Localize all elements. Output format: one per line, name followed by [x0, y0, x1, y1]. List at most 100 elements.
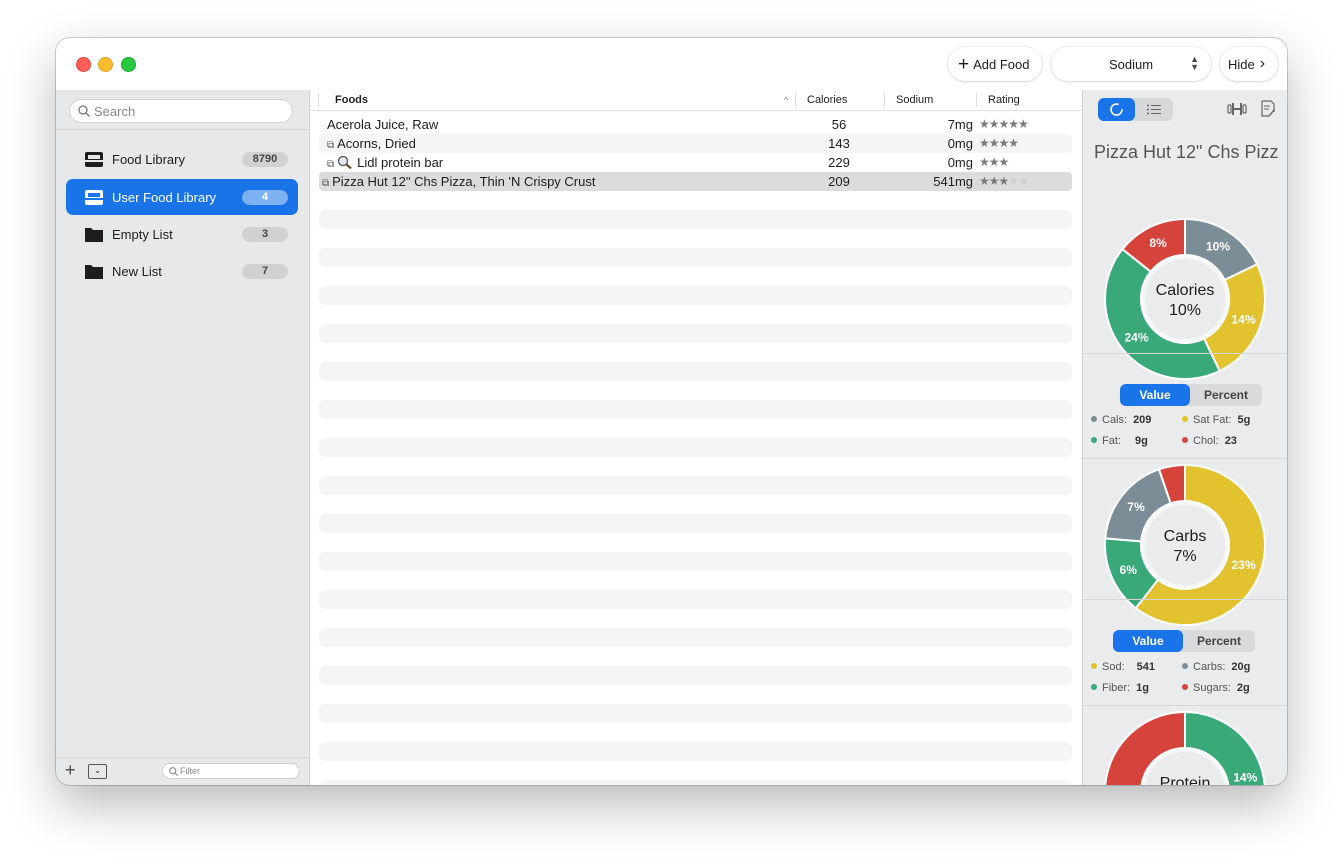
- minimize-window-button[interactable]: [98, 57, 113, 72]
- hide-button[interactable]: Hide ›: [1220, 47, 1278, 81]
- close-window-button[interactable]: [76, 57, 91, 72]
- titlebar: + Add Food Sodium ▲ ▼ Hide ›: [56, 38, 1287, 90]
- empty-row: [319, 400, 1072, 419]
- panel-view-toggle[interactable]: [1098, 98, 1173, 121]
- stat-value: 2g: [1236, 682, 1250, 694]
- search-field[interactable]: Search: [69, 99, 293, 123]
- slice-percent-label: 23%: [1232, 558, 1256, 572]
- empty-row: [319, 476, 1072, 495]
- add-food-button[interactable]: + Add Food: [948, 47, 1042, 81]
- calories-cell: 229: [828, 155, 850, 170]
- empty-row: [319, 438, 1072, 457]
- donut-center-value: 10%: [1169, 302, 1201, 319]
- stat-label: Carbs:: [1193, 661, 1226, 673]
- legend-dot: [1182, 416, 1188, 422]
- empty-row: [319, 514, 1072, 533]
- calories-cell: 209: [828, 174, 850, 189]
- sidebar-item-label: New List: [112, 263, 162, 279]
- value-percent-toggle[interactable]: Value Percent: [1113, 630, 1255, 652]
- column-header-rating[interactable]: Rating: [988, 90, 1020, 110]
- empty-row: [319, 552, 1072, 571]
- inbox-tray-icon: [85, 190, 103, 205]
- food-name-cell: ⧉ Pizza Hut 12" Chs Pizza, Thin 'N Crispy…: [322, 172, 595, 191]
- value-segment[interactable]: Value: [1120, 384, 1190, 406]
- up-down-chevron-icon: ▲ ▼: [1190, 54, 1199, 72]
- empty-row: [319, 666, 1072, 685]
- rating-stars[interactable]: ★★★★★: [979, 115, 1029, 134]
- rating-stars[interactable]: ★★★★: [979, 134, 1019, 153]
- column-header-calories[interactable]: Calories: [807, 90, 847, 110]
- stat-value: 5g: [1237, 414, 1251, 426]
- selected-food-title: Pizza Hut 12" Chs Pizza, Thin 'N Crispy …: [1094, 142, 1279, 162]
- zoom-window-button[interactable]: [121, 57, 136, 72]
- stat-label: Sod:: [1102, 661, 1125, 673]
- calories-cell: 56: [831, 117, 847, 132]
- table-row[interactable]: ⧉ Lidl protein bar 229 0mg ★★★: [319, 153, 1072, 172]
- nutrient-select[interactable]: Sodium ▲ ▼: [1051, 47, 1211, 81]
- section-divider: [1083, 705, 1287, 706]
- inbox-tray-icon: [85, 152, 103, 167]
- legend-dot: [1091, 437, 1097, 443]
- stat-value: 23: [1224, 435, 1237, 447]
- empty-row: [319, 780, 1072, 785]
- table-row[interactable]: Acerola Juice, Raw 56 7mg ★★★★★: [319, 115, 1072, 134]
- table-row[interactable]: ⧉ Acorns, Dried 143 0mg ★★★★: [319, 134, 1072, 153]
- dumbbell-icon[interactable]: [1227, 101, 1247, 117]
- rating-filled: ★★★★★: [979, 117, 1029, 131]
- slice-percent-label: 10%: [1206, 240, 1230, 254]
- stat-value: 20g: [1231, 661, 1251, 673]
- plus-icon: +: [958, 53, 970, 75]
- sidebar-item-label: User Food Library: [112, 189, 217, 205]
- food-name-cell: ⧉ Lidl protein bar: [327, 153, 443, 172]
- add-list-button[interactable]: +: [65, 760, 76, 781]
- donut-center-label: Protein: [1160, 775, 1211, 785]
- empty-row: [319, 210, 1072, 229]
- percent-segment[interactable]: Percent: [1183, 630, 1255, 652]
- stat-label: Cals:: [1102, 414, 1128, 426]
- stat-label: Sugars:: [1193, 682, 1231, 694]
- note-edit-icon[interactable]: [1260, 100, 1276, 117]
- carbs-donut-chart: 23% 6% 7% Carbs 7%: [1104, 463, 1266, 626]
- list-icon[interactable]: [1146, 104, 1162, 115]
- value-percent-toggle[interactable]: Value Percent: [1120, 384, 1262, 406]
- sodium-cell: 541mg: [933, 174, 973, 189]
- sidebar-item-food-library[interactable]: Food Library 8790: [66, 141, 298, 177]
- column-separator: [884, 93, 885, 107]
- stat-value: 9g: [1134, 435, 1148, 447]
- filter-field[interactable]: Filter: [162, 763, 300, 779]
- column-separator: [795, 93, 796, 107]
- food-name: Lidl protein bar: [357, 155, 444, 170]
- foods-table: Foods ^ Calories Sodium Rating Acerola J…: [310, 90, 1082, 785]
- table-row-selected[interactable]: ⧉ Pizza Hut 12" Chs Pizza, Thin 'N Crispy…: [319, 172, 1072, 191]
- folder-icon: [85, 265, 103, 279]
- percent-segment[interactable]: Percent: [1190, 384, 1262, 406]
- empty-row: [319, 324, 1072, 343]
- donut-hole: [1145, 259, 1225, 339]
- nutrition-panel: Pizza Hut 12" Chs Pizza, Thin 'N Crispy …: [1082, 90, 1287, 785]
- list-options-button[interactable]: ⌄: [88, 764, 107, 779]
- slice-percent-label: 14%: [1233, 770, 1257, 784]
- column-header-foods[interactable]: Foods: [335, 90, 368, 110]
- slice-percent-label: 8%: [1149, 236, 1167, 250]
- slice-percent-label: 24%: [1125, 331, 1149, 345]
- chart-view-button[interactable]: [1098, 98, 1135, 121]
- rating-stars[interactable]: ★★★: [979, 153, 1009, 172]
- sidebar-item-label: Empty List: [112, 226, 173, 242]
- column-header-sodium[interactable]: Sodium: [896, 90, 933, 110]
- rating-stars[interactable]: ★★★★★: [979, 172, 1029, 191]
- sidebar-item-new-list[interactable]: New List 7: [66, 253, 298, 289]
- sidebar: Search Food Library 8790 User Food Libra…: [56, 90, 310, 785]
- slice-percent-label: 14%: [1232, 312, 1256, 326]
- count-badge: 4: [242, 189, 288, 205]
- stat-fiber: Fiber: 1g: [1091, 682, 1149, 694]
- donut-center-label: Calories: [1156, 282, 1215, 299]
- sidebar-item-user-food-library[interactable]: User Food Library 4: [66, 179, 298, 215]
- value-segment[interactable]: Value: [1113, 630, 1183, 652]
- filter-placeholder: Filter: [180, 766, 200, 776]
- magnifier-icon: [337, 155, 352, 170]
- food-name: Pizza Hut 12" Chs Pizza, Thin 'N Crispy …: [332, 174, 596, 189]
- slice-percent-label: 7%: [1127, 500, 1145, 514]
- app-window: + Add Food Sodium ▲ ▼ Hide › Search Food…: [56, 38, 1287, 785]
- stat-carbs: Carbs: 20g: [1182, 661, 1250, 673]
- sidebar-item-empty-list[interactable]: Empty List 3: [66, 216, 298, 252]
